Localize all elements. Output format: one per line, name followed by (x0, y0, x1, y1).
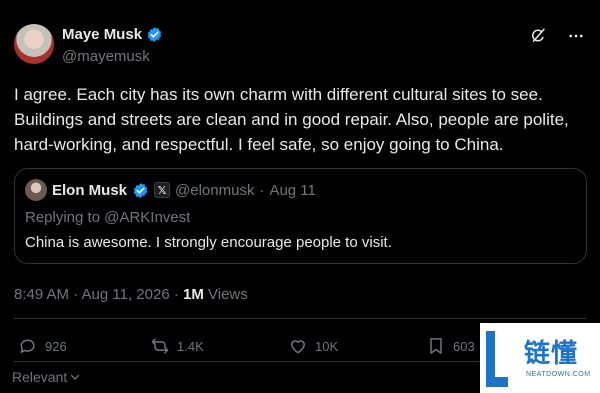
views-count: 1M (183, 286, 204, 303)
bookmark-count: 603 (453, 338, 475, 354)
tweet-header: Maye Musk @mayemusk (14, 18, 586, 68)
author-name[interactable]: Maye Musk (62, 26, 142, 43)
divider (14, 318, 586, 319)
repost-button[interactable]: 1.4K (150, 336, 204, 356)
reply-count: 926 (45, 338, 67, 354)
heart-icon (291, 340, 305, 354)
x-affiliation-badge: 𝕏 (154, 182, 171, 198)
author-handle[interactable]: @mayemusk (62, 48, 150, 65)
tweet-meta: 8:49 AM · Aug 11, 2026 · 1M Views (14, 286, 248, 303)
bookmark-button[interactable]: 603 (426, 336, 475, 356)
quote-date: Aug 11 (269, 181, 316, 199)
quote-replying-to: Replying to @ARKInvest (25, 209, 191, 226)
quoted-tweet[interactable]: Elon Musk 𝕏 @elonmusk · Aug 11 Replying … (14, 168, 587, 264)
sort-label: Relevant (12, 369, 68, 385)
author-name-row: Maye Musk (62, 26, 163, 43)
like-count: 10K (315, 338, 339, 354)
like-button[interactable]: 10K (288, 336, 338, 356)
timestamp[interactable]: 8:49 AM · Aug 11, 2026 · (14, 286, 183, 303)
more-icon[interactable] (566, 26, 586, 46)
reply-icon (20, 339, 35, 353)
quote-author-row: Elon Musk 𝕏 @elonmusk · Aug 11 (25, 179, 316, 201)
verified-badge-icon (133, 182, 148, 198)
tweet-text: I agree. Each city has its own charm wit… (14, 85, 569, 154)
chevron-down-icon (71, 374, 80, 380)
action-bar: 926 1.4K 10K 603 (14, 332, 494, 360)
quote-text: China is awesome. I strongly encourage p… (25, 234, 392, 251)
sort-replies-dropdown[interactable]: Relevant (12, 369, 81, 385)
views-label: Views (203, 286, 248, 303)
verified-badge-icon (147, 27, 162, 42)
watermark-logo: 链懂 NEATDOWN.COM (480, 323, 600, 393)
quote-author-handle: @elonmusk (175, 181, 255, 199)
watermark-subtext: NEATDOWN.COM (526, 371, 591, 378)
reply-button[interactable]: 926 (18, 336, 67, 356)
bookmark-icon (430, 338, 442, 354)
watermark-text: 链懂 (524, 338, 579, 368)
top-actions (528, 26, 586, 46)
repost-icon (151, 338, 169, 354)
quote-avatar (25, 179, 47, 201)
quote-author-name: Elon Musk (52, 181, 128, 199)
quote-separator: · (259, 181, 265, 199)
grok-icon[interactable] (528, 26, 548, 46)
watermark-l-icon (486, 331, 508, 387)
avatar[interactable] (14, 24, 54, 64)
repost-count: 1.4K (177, 338, 204, 354)
